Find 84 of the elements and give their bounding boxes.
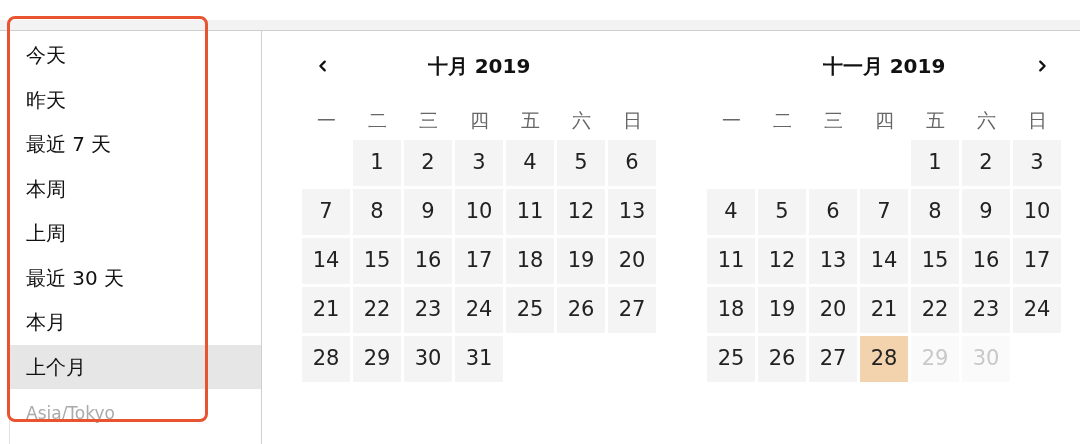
day-cell[interactable]: 27	[608, 287, 656, 333]
day-cell[interactable]: 12	[758, 238, 806, 284]
day-cell[interactable]: 26	[758, 336, 806, 382]
timezone-label: Asia/Tokyo	[26, 403, 115, 423]
day-cell[interactable]: 18	[506, 238, 554, 284]
day-cell[interactable]: 20	[608, 238, 656, 284]
day-cell[interactable]: 31	[455, 336, 503, 382]
day-cell[interactable]: 22	[911, 287, 959, 333]
day-cell[interactable]: 19	[557, 238, 605, 284]
weekday-label: 一	[720, 107, 742, 133]
day-cell[interactable]: 14	[302, 238, 350, 284]
day-cell[interactable]: 12	[557, 189, 605, 235]
day-cell[interactable]: 11	[506, 189, 554, 235]
day-cell[interactable]: 25	[506, 287, 554, 333]
weekday-label: 四	[873, 107, 895, 133]
range-option[interactable]: 今天	[10, 33, 261, 78]
day-cell[interactable]: 16	[404, 238, 452, 284]
weekday-label: 四	[468, 107, 490, 133]
day-cell[interactable]: 23	[962, 287, 1010, 333]
day-cell[interactable]: 27	[809, 336, 857, 382]
weekday-label: 日	[1026, 107, 1048, 133]
month-title: 十月 2019	[427, 53, 531, 80]
day-cell[interactable]: 26	[557, 287, 605, 333]
day-cell[interactable]: 9	[962, 189, 1010, 235]
day-cell[interactable]: 30	[404, 336, 452, 382]
day-cell[interactable]: 17	[1013, 238, 1061, 284]
day-cell[interactable]: 24	[455, 287, 503, 333]
day-cell[interactable]: 7	[860, 189, 908, 235]
day-cell[interactable]: 10	[1013, 189, 1061, 235]
day-cell[interactable]: 22	[353, 287, 401, 333]
weekday-label: 二	[771, 107, 793, 133]
range-option[interactable]: 昨天	[10, 77, 261, 122]
day-cell[interactable]: 13	[809, 238, 857, 284]
day-cell[interactable]: 5	[557, 140, 605, 186]
day-cell[interactable]: 1	[353, 140, 401, 186]
day-cell[interactable]: 19	[758, 287, 806, 333]
day-cell[interactable]: 4	[506, 140, 554, 186]
weekday-label: 五	[519, 107, 541, 133]
weekday-label: 日	[621, 107, 643, 133]
day-cell[interactable]: 15	[911, 238, 959, 284]
day-cell[interactable]: 18	[707, 287, 755, 333]
day-cell[interactable]: 14	[860, 238, 908, 284]
day-cell[interactable]: 21	[302, 287, 350, 333]
day-cell[interactable]: 23	[404, 287, 452, 333]
day-cell[interactable]: 8	[911, 189, 959, 235]
day-cell[interactable]: 9	[404, 189, 452, 235]
day-cell[interactable]: 29	[353, 336, 401, 382]
range-option[interactable]: 上周	[10, 211, 261, 256]
day-cell[interactable]: 21	[860, 287, 908, 333]
day-cell[interactable]: 2	[962, 140, 1010, 186]
day-cell[interactable]: 13	[608, 189, 656, 235]
range-option[interactable]: 本月	[10, 300, 261, 345]
day-cell[interactable]: 16	[962, 238, 1010, 284]
day-cell[interactable]: 2	[404, 140, 452, 186]
weekday-label: 一	[315, 107, 337, 133]
weekday-label: 六	[570, 107, 592, 133]
day-cell[interactable]: 17	[455, 238, 503, 284]
day-cell[interactable]: 6	[608, 140, 656, 186]
day-cell[interactable]: 7	[302, 189, 350, 235]
weekday-label: 三	[822, 107, 844, 133]
weekday-label: 六	[975, 107, 997, 133]
day-cell[interactable]: 10	[455, 189, 503, 235]
day-cell[interactable]: 6	[809, 189, 857, 235]
weekday-label: 三	[417, 107, 439, 133]
range-option[interactable]: 最近 7 天	[10, 122, 261, 167]
day-cell[interactable]: 5	[758, 189, 806, 235]
day-cell[interactable]: 3	[1013, 140, 1061, 186]
day-cell[interactable]: 28	[302, 336, 350, 382]
day-cell[interactable]: 4	[707, 189, 755, 235]
month-title: 十一月 2019	[822, 53, 946, 80]
day-cell[interactable]: 11	[707, 238, 755, 284]
weekday-label: 二	[366, 107, 388, 133]
day-cell[interactable]: 20	[809, 287, 857, 333]
day-cell[interactable]: 3	[455, 140, 503, 186]
day-cell[interactable]: 1	[911, 140, 959, 186]
day-cell[interactable]: 24	[1013, 287, 1061, 333]
day-cell[interactable]: 8	[353, 189, 401, 235]
day-cell[interactable]: 25	[707, 336, 755, 382]
range-option[interactable]: 本周	[10, 166, 261, 211]
range-option[interactable]: 上个月	[10, 344, 261, 389]
day-cell[interactable]: 28	[860, 336, 908, 382]
weekday-label: 五	[924, 107, 946, 133]
day-cell[interactable]: 15	[353, 238, 401, 284]
range-option[interactable]: 最近 30 天	[10, 255, 261, 300]
